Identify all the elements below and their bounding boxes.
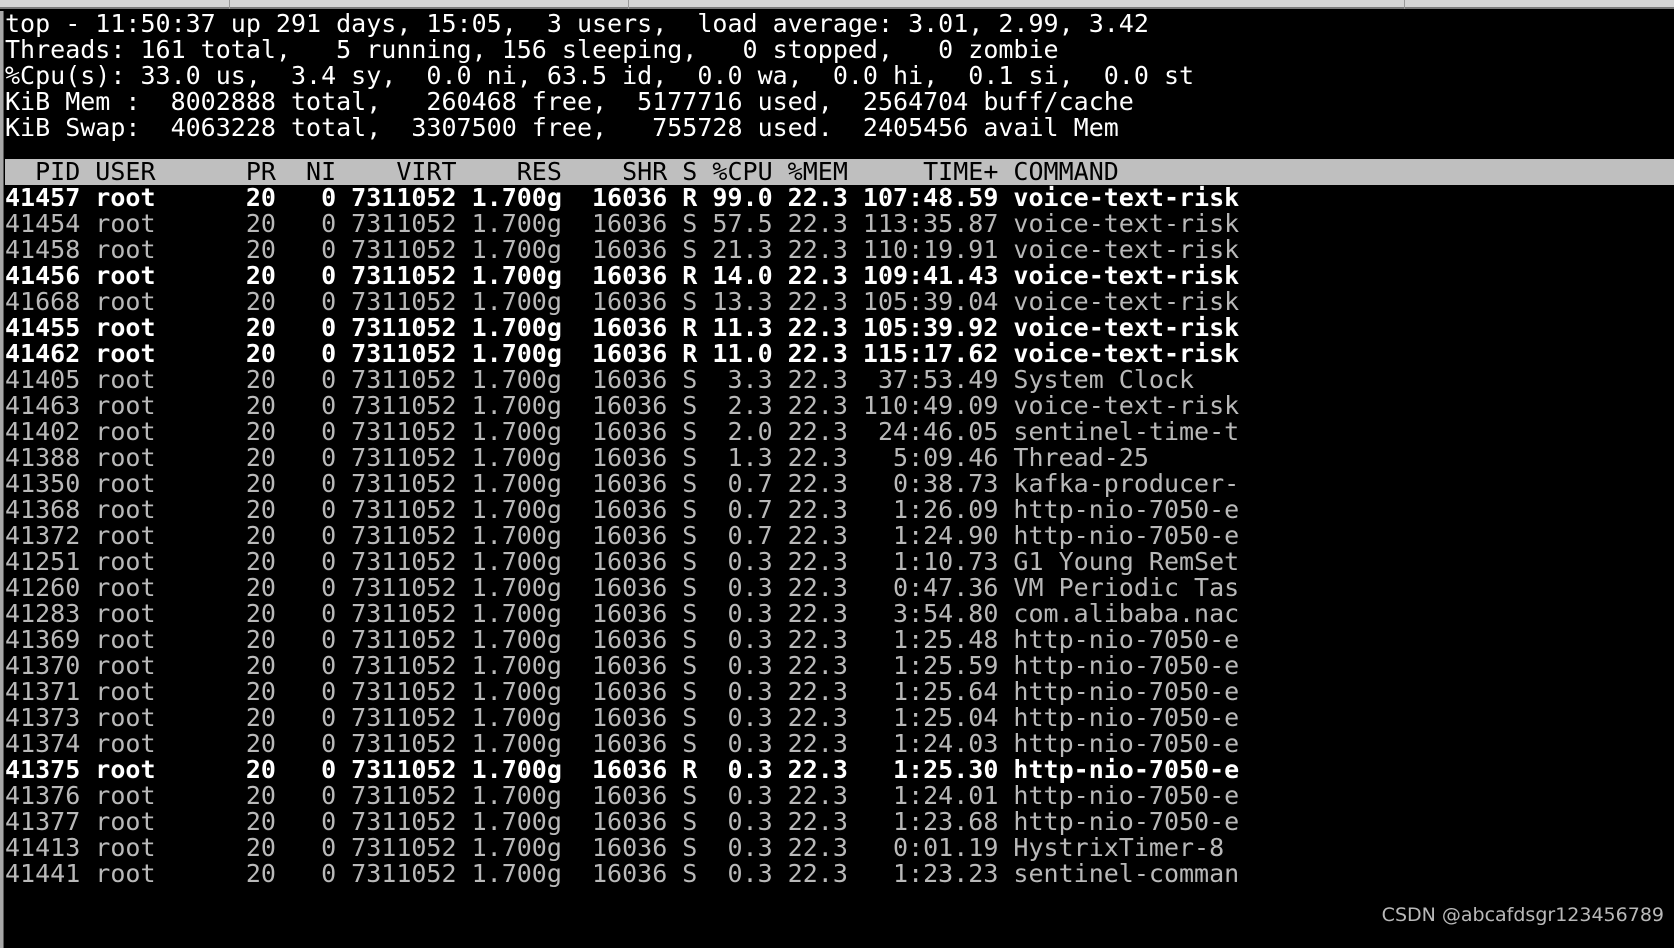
process-row[interactable]: 41350 root 20 0 7311052 1.700g 16036 S 0…	[5, 471, 1674, 497]
top-summary-block: top - 11:50:37 up 291 days, 15:05, 3 use…	[5, 11, 1674, 141]
chrome-seam	[229, 0, 230, 9]
process-row[interactable]: 41283 root 20 0 7311052 1.700g 16036 S 0…	[5, 601, 1674, 627]
process-row[interactable]: 41455 root 20 0 7311052 1.700g 16036 R 1…	[5, 315, 1674, 341]
process-row[interactable]: 41456 root 20 0 7311052 1.700g 16036 R 1…	[5, 263, 1674, 289]
process-row[interactable]: 41376 root 20 0 7311052 1.700g 16036 S 0…	[5, 783, 1674, 809]
summary-line-uptime: top - 11:50:37 up 291 days, 15:05, 3 use…	[5, 9, 1149, 38]
summary-line-cpu: %Cpu(s): 33.0 us, 3.4 sy, 0.0 ni, 63.5 i…	[5, 61, 1195, 90]
process-row[interactable]: 41374 root 20 0 7311052 1.700g 16036 S 0…	[5, 731, 1674, 757]
terminal-screen[interactable]: top - 11:50:37 up 291 days, 15:05, 3 use…	[5, 11, 1674, 948]
summary-line-threads: Threads: 161 total, 5 running, 156 sleep…	[5, 35, 1059, 64]
process-row[interactable]: 41377 root 20 0 7311052 1.700g 16036 S 0…	[5, 809, 1674, 835]
summary-line-swap: KiB Swap: 4063228 total, 3307500 free, 7…	[5, 113, 1119, 142]
process-row[interactable]: 41441 root 20 0 7311052 1.700g 16036 S 0…	[5, 861, 1674, 887]
process-row[interactable]: 41462 root 20 0 7311052 1.700g 16036 R 1…	[5, 341, 1674, 367]
process-row[interactable]: 41369 root 20 0 7311052 1.700g 16036 S 0…	[5, 627, 1674, 653]
window-chrome-strip	[0, 0, 1674, 9]
summary-line-mem: KiB Mem : 8002888 total, 260468 free, 51…	[5, 87, 1134, 116]
process-row[interactable]: 41372 root 20 0 7311052 1.700g 16036 S 0…	[5, 523, 1674, 549]
process-row[interactable]: 41251 root 20 0 7311052 1.700g 16036 S 0…	[5, 549, 1674, 575]
process-row[interactable]: 41457 root 20 0 7311052 1.700g 16036 R 9…	[5, 185, 1674, 211]
process-row[interactable]: 41370 root 20 0 7311052 1.700g 16036 S 0…	[5, 653, 1674, 679]
process-table-body[interactable]: 41457 root 20 0 7311052 1.700g 16036 R 9…	[5, 185, 1674, 887]
process-row[interactable]: 41373 root 20 0 7311052 1.700g 16036 S 0…	[5, 705, 1674, 731]
chrome-seam	[1404, 0, 1405, 9]
process-row[interactable]: 41405 root 20 0 7311052 1.700g 16036 S 3…	[5, 367, 1674, 393]
terminal-window: top - 11:50:37 up 291 days, 15:05, 3 use…	[0, 0, 1674, 948]
process-row[interactable]: 41402 root 20 0 7311052 1.700g 16036 S 2…	[5, 419, 1674, 445]
process-row[interactable]: 41458 root 20 0 7311052 1.700g 16036 S 2…	[5, 237, 1674, 263]
process-row[interactable]: 41368 root 20 0 7311052 1.700g 16036 S 0…	[5, 497, 1674, 523]
csdn-watermark: CSDN @abcafdsgr123456789	[1381, 904, 1664, 926]
process-row[interactable]: 41260 root 20 0 7311052 1.700g 16036 S 0…	[5, 575, 1674, 601]
process-row[interactable]: 41371 root 20 0 7311052 1.700g 16036 S 0…	[5, 679, 1674, 705]
process-row[interactable]: 41668 root 20 0 7311052 1.700g 16036 S 1…	[5, 289, 1674, 315]
process-row[interactable]: 41454 root 20 0 7311052 1.700g 16036 S 5…	[5, 211, 1674, 237]
process-row[interactable]: 41375 root 20 0 7311052 1.700g 16036 R 0…	[5, 757, 1674, 783]
window-left-frame	[0, 11, 4, 948]
chrome-seam	[628, 0, 629, 9]
process-row[interactable]: 41388 root 20 0 7311052 1.700g 16036 S 1…	[5, 445, 1674, 471]
process-row[interactable]: 41463 root 20 0 7311052 1.700g 16036 S 2…	[5, 393, 1674, 419]
process-row[interactable]: 41413 root 20 0 7311052 1.700g 16036 S 0…	[5, 835, 1674, 861]
process-table-header: PID USER PR NI VIRT RES SHR S %CPU %MEM …	[5, 159, 1674, 185]
